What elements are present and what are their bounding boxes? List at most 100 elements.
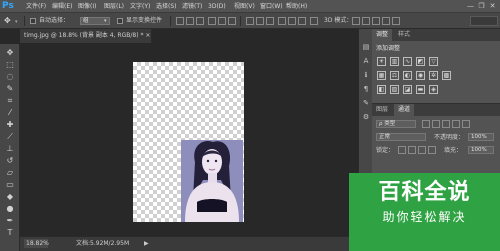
filter-smart-object-icon[interactable]	[462, 120, 470, 128]
align-vcenter-icon[interactable]	[186, 17, 194, 25]
close-button[interactable]: ✕	[488, 2, 497, 10]
move-tool-icon[interactable]: ✥	[4, 48, 16, 58]
opacity-field[interactable]: 100%	[468, 133, 494, 141]
crop-tool-icon[interactable]: ⌗	[4, 96, 16, 106]
menu-filter[interactable]: 滤镜(T)	[182, 0, 208, 13]
layer-kind-filter-select[interactable]: ρ 类型	[376, 120, 416, 128]
3d-drag-icon[interactable]	[372, 17, 380, 25]
levels-icon[interactable]: ▥	[390, 57, 399, 66]
menu-window[interactable]: 窗口(W)	[260, 0, 286, 13]
pen-tool-icon[interactable]: ✒	[4, 216, 16, 226]
type-tool-icon[interactable]: T	[4, 228, 16, 238]
lock-all-icon[interactable]	[428, 146, 436, 154]
filter-shape-icon[interactable]	[452, 120, 460, 128]
menu-file[interactable]: 文件(F)	[26, 0, 52, 13]
dodge-tool-icon[interactable]: ●	[4, 204, 16, 214]
blur-tool-icon[interactable]: ◆	[4, 192, 16, 202]
distribute-vcenter-icon[interactable]	[256, 17, 264, 25]
color-balance-icon[interactable]: ⚖	[390, 71, 399, 80]
align-left-icon[interactable]	[208, 17, 216, 25]
lock-position-icon[interactable]	[418, 146, 426, 154]
3d-slide-icon[interactable]	[382, 17, 390, 25]
lasso-tool-icon[interactable]: ◌	[4, 72, 16, 82]
quick-select-tool-icon[interactable]: ✎	[4, 84, 16, 94]
healing-brush-tool-icon[interactable]: ✚	[4, 120, 16, 130]
3d-rotate-icon[interactable]	[352, 17, 360, 25]
paragraph-panel-icon[interactable]: ¶	[361, 85, 371, 94]
posterize-icon[interactable]: ▨	[390, 85, 399, 94]
align-bottom-icon[interactable]	[196, 17, 204, 25]
show-transform-checkbox[interactable]	[117, 18, 123, 24]
marquee-tool-icon[interactable]: ⬚	[4, 60, 16, 70]
menu-help[interactable]: 帮助(H)	[286, 0, 312, 13]
menu-layer[interactable]: 图层(L)	[104, 0, 130, 13]
lock-pixels-icon[interactable]	[408, 146, 416, 154]
minimize-button[interactable]: —	[466, 2, 475, 10]
filter-adjustment-icon[interactable]	[432, 120, 440, 128]
filter-pixel-icon[interactable]	[422, 120, 430, 128]
blend-mode-select[interactable]: 正常	[376, 133, 426, 141]
3d-roll-icon[interactable]	[362, 17, 370, 25]
menu-image[interactable]: 图像(I)	[78, 0, 104, 13]
distribute-hcenter-icon[interactable]	[288, 17, 296, 25]
document-tab[interactable]: timg.jpg @ 18.8% (背景 副本 4, RGB/8) * ×	[20, 29, 152, 43]
info-panel-icon[interactable]: ℹ	[361, 71, 371, 80]
clone-stamp-tool-icon[interactable]: ⊥	[4, 144, 16, 154]
exposure-icon[interactable]: ◩	[416, 57, 425, 66]
align-right-icon[interactable]	[228, 17, 236, 25]
move-tool-preset-icon[interactable]: ✥	[4, 16, 14, 26]
gradient-tool-icon[interactable]: ▭	[4, 180, 16, 190]
tab-adjustments[interactable]: 调整	[372, 29, 393, 41]
auto-align-icon[interactable]	[310, 17, 318, 25]
tool-presets-icon[interactable]: ⚙	[361, 113, 371, 122]
color-lookup-icon[interactable]: ▩	[442, 71, 451, 80]
restore-button[interactable]: ❐	[477, 2, 486, 10]
lock-transparency-icon[interactable]	[398, 146, 406, 154]
zoom-level-field[interactable]: 18.82%	[24, 239, 49, 248]
align-top-icon[interactable]	[176, 17, 184, 25]
distribute-right-icon[interactable]	[298, 17, 306, 25]
menu-bar: Ps 文件(F) 编辑(E) 图像(I) 图层(L) 文字(Y) 选择(S) 滤…	[0, 0, 500, 13]
tab-channels[interactable]: 通道	[394, 104, 415, 116]
vibrance-icon[interactable]: ▽	[429, 57, 438, 66]
distribute-left-icon[interactable]	[278, 17, 286, 25]
photo-filter-icon[interactable]: ◉	[416, 71, 425, 80]
distribute-top-icon[interactable]	[246, 17, 254, 25]
3d-scale-icon[interactable]	[392, 17, 400, 25]
layer-photo[interactable]	[181, 140, 243, 222]
workspace-switcher[interactable]	[470, 16, 498, 26]
divider	[24, 16, 25, 26]
auto-select-checkbox[interactable]	[30, 18, 36, 24]
menu-edit[interactable]: 编辑(E)	[52, 0, 78, 13]
menu-select[interactable]: 选择(S)	[156, 0, 182, 13]
menu-type[interactable]: 文字(Y)	[130, 0, 156, 13]
black-white-icon[interactable]: ◐	[403, 71, 412, 80]
eyedropper-tool-icon[interactable]: ⁄	[4, 108, 16, 118]
distribute-bottom-icon[interactable]	[266, 17, 274, 25]
hue-saturation-icon[interactable]: ▦	[377, 71, 386, 80]
filter-type-icon[interactable]	[442, 120, 450, 128]
tab-layers[interactable]: 图层	[372, 104, 392, 116]
invert-icon[interactable]: ◧	[377, 85, 386, 94]
gradient-map-icon[interactable]: ▬	[416, 85, 425, 94]
channel-mixer-icon[interactable]: ✲	[429, 71, 438, 80]
menu-view[interactable]: 视图(V)	[234, 0, 260, 13]
eraser-tool-icon[interactable]: ▱	[4, 168, 16, 178]
watermark-subtitle: 助你轻松解决	[382, 210, 467, 224]
curves-icon[interactable]: ∿	[403, 57, 412, 66]
status-menu-icon[interactable]: ▶	[144, 239, 149, 248]
preset-dropdown-icon[interactable]: ▾	[15, 19, 18, 25]
properties-panel-icon[interactable]: A	[361, 57, 371, 66]
brush-tool-icon[interactable]: ⟋	[4, 132, 16, 142]
tab-styles[interactable]: 样式	[394, 29, 414, 41]
history-panel-icon[interactable]: ▤	[361, 43, 371, 52]
menu-3d[interactable]: 3D(D)	[208, 0, 234, 13]
history-brush-tool-icon[interactable]: ↺	[4, 156, 16, 166]
fill-field[interactable]: 100%	[468, 146, 494, 154]
align-hcenter-icon[interactable]	[218, 17, 226, 25]
threshold-icon[interactable]: ◪	[403, 85, 412, 94]
divider	[170, 16, 171, 26]
brightness-contrast-icon[interactable]: ☀	[377, 57, 386, 66]
selective-color-icon[interactable]: ◈	[429, 85, 438, 94]
brush-panel-icon[interactable]: ✎	[361, 99, 371, 108]
